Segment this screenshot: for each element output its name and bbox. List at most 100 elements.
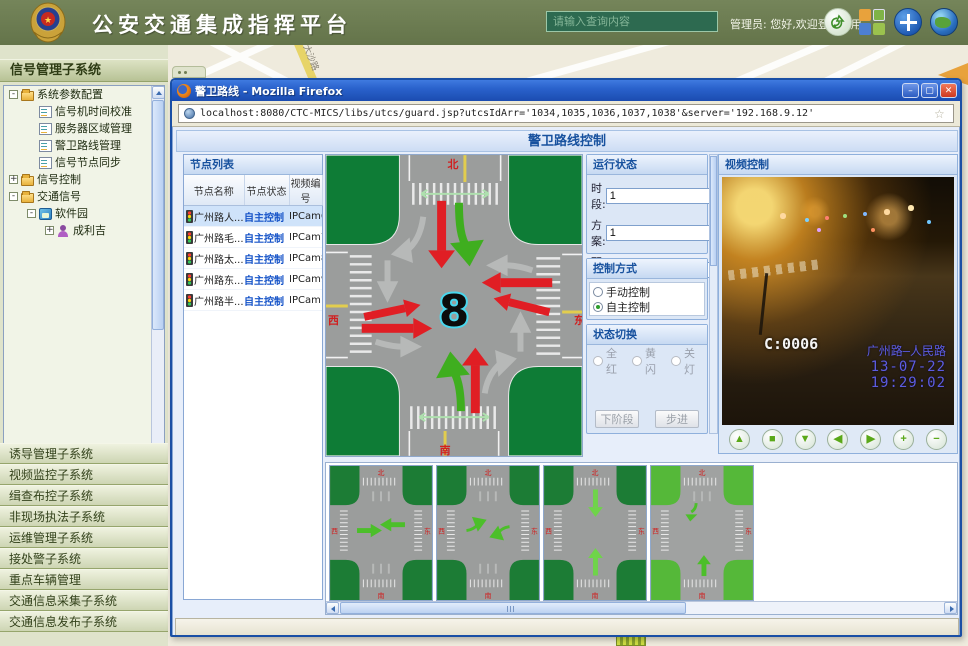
col-node-name[interactable]: 节点名称 <box>184 175 244 206</box>
system-tree: -系统参数配置 信号机时间校准 服务器区域管理 警卫路线管理 信号节点同步 +信… <box>3 85 165 481</box>
tree-item-signal-time-calibration[interactable]: 信号机时间校准 <box>4 103 164 120</box>
ptz-zoom-out-button[interactable]: − <box>926 429 947 450</box>
table-row[interactable]: 广州路毛... 自主控制 IPCam7 <box>184 227 322 248</box>
ptz-down-button[interactable]: ▼ <box>795 429 816 450</box>
sidebar-item-offsite-enforcement[interactable]: 非现场执法子系统 <box>0 506 168 527</box>
node-status-link[interactable]: 自主控制 <box>244 206 289 227</box>
phase-thumbnail-4[interactable]: 北 南 西 东 <box>650 465 754 601</box>
tree-item-server-region-mgmt[interactable]: 服务器区域管理 <box>4 120 164 137</box>
expander-icon[interactable]: + <box>45 226 54 235</box>
scrollbar-thumb[interactable] <box>340 602 686 614</box>
radio-icon[interactable] <box>593 287 603 297</box>
radio-icon[interactable] <box>632 356 642 366</box>
phase-thumbnail-3[interactable]: 北 南 西 东 <box>543 465 647 601</box>
sidebar-item-traffic-info-publish[interactable]: 交通信息发布子系统 <box>0 611 168 632</box>
auto-control-radio[interactable]: 自主控制 <box>593 299 701 314</box>
globe-icon[interactable] <box>930 8 958 36</box>
ptz-up-button[interactable]: ▲ <box>729 429 750 450</box>
maximize-button[interactable]: ▢ <box>921 83 938 98</box>
node-status-link[interactable]: 自主控制 <box>244 227 289 248</box>
sidebar-item-ops-maintenance[interactable]: 运维管理子系统 <box>0 527 168 548</box>
yellow-flash-radio[interactable]: 黄闪 <box>632 353 662 368</box>
ptz-right-button[interactable]: ▶ <box>860 429 881 450</box>
label-north: 北 <box>448 157 459 171</box>
table-row[interactable]: 广州路太... 自主控制 IPCam8 <box>184 248 322 269</box>
tree-item-signal-node-sync[interactable]: 信号节点同步 <box>4 154 164 171</box>
page-title: 警卫路线控制 <box>176 130 958 152</box>
minimize-button[interactable]: – <box>902 83 919 98</box>
table-row[interactable]: 广州路人... 自主控制 IPCam6 <box>184 206 322 227</box>
all-red-radio[interactable]: 全红 <box>593 353 623 368</box>
sidebar-item-checkpoint-control[interactable]: 缉查布控子系统 <box>0 485 168 506</box>
node-status-link[interactable]: 自主控制 <box>244 290 289 311</box>
tree-item-chengliji[interactable]: +成利吉 <box>4 222 164 239</box>
bookmark-star-icon[interactable]: ☆ <box>934 107 948 121</box>
phase-thumbnail-2[interactable]: 北 南 西 东 <box>436 465 540 601</box>
sidebar-item-key-vehicle-mgmt[interactable]: 重点车辆管理 <box>0 569 168 590</box>
next-stage-button[interactable]: 下阶段 <box>595 410 639 428</box>
left-arrow-icon: ◀ <box>834 433 842 445</box>
svg-text:东: 东 <box>745 526 752 535</box>
camera-id-overlay: C:0006 <box>764 335 818 353</box>
ptz-stop-button[interactable]: ■ <box>762 429 783 450</box>
sidebar-item-traffic-info-collection[interactable]: 交通信息采集子系统 <box>0 590 168 611</box>
app-icon <box>39 208 52 220</box>
scroll-up-icon[interactable] <box>152 86 165 99</box>
radio-icon[interactable] <box>593 356 603 366</box>
step-button[interactable]: 步进 <box>655 410 699 428</box>
node-status-link[interactable]: 自主控制 <box>244 248 289 269</box>
scroll-right-icon[interactable] <box>944 602 957 614</box>
radio-selected-icon[interactable] <box>593 302 603 312</box>
table-row[interactable]: 广州路半... 自主控制 IPCam10 <box>184 290 322 311</box>
tree-item-guard-route-mgmt[interactable]: 警卫路线管理 <box>4 137 164 154</box>
manual-control-radio[interactable]: 手动控制 <box>593 284 701 299</box>
recycle-icon[interactable] <box>824 8 852 36</box>
scrollbar-thumb[interactable] <box>710 156 717 266</box>
video-feed[interactable]: C:0006 广州路—人民路 13-07-22 19:29:02 <box>722 177 954 425</box>
radio-icon[interactable] <box>671 356 681 366</box>
phase-thumbnail-1[interactable]: 北 南 西 东 <box>329 465 433 601</box>
app-grid-icon[interactable] <box>858 8 886 36</box>
expander-icon[interactable]: - <box>9 90 18 99</box>
window-titlebar[interactable]: 警卫路线 - Mozilla Firefox – ▢ ✕ <box>172 80 960 101</box>
phase-thumbnail-strip: 北 南 西 东 <box>325 462 958 615</box>
url-text[interactable]: localhost:8080/CTC-MICS/libs/utcs/guard.… <box>200 108 814 119</box>
svg-text:东: 东 <box>424 526 431 535</box>
expander-icon[interactable]: + <box>9 175 18 184</box>
ptz-zoom-in-button[interactable]: + <box>893 429 914 450</box>
table-row[interactable]: 广州路东... 自主控制 IPCam9 <box>184 269 322 290</box>
window-title: 警卫路线 - Mozilla Firefox <box>195 83 342 99</box>
svg-text:西: 西 <box>438 527 445 535</box>
col-node-status[interactable]: 节点状态 <box>244 175 289 206</box>
scroll-left-icon[interactable] <box>326 602 339 614</box>
lights-off-radio[interactable]: 关灯 <box>671 353 701 368</box>
traffic-light-icon <box>186 294 193 307</box>
expander-icon[interactable]: - <box>9 192 18 201</box>
horizontal-scrollbar[interactable] <box>326 601 957 614</box>
tree-item-signal-control[interactable]: +信号控制 <box>4 171 164 188</box>
tree-scrollbar[interactable] <box>151 86 164 480</box>
scrollbar-thumb[interactable] <box>152 100 164 330</box>
add-icon[interactable] <box>894 8 922 36</box>
sidebar-item-alarm-dispatch[interactable]: 接处警子系统 <box>0 548 168 569</box>
collapsed-panel-handle[interactable] <box>172 66 206 78</box>
intersection-diagram[interactable]: 8 8 北 东 西 南 <box>325 154 583 457</box>
tree-item-traffic-signal[interactable]: -交通信号 <box>4 188 164 205</box>
col-video-id[interactable]: 视频编号 <box>289 175 322 206</box>
camera-date-overlay: 13-07-22 <box>867 359 946 375</box>
folder-icon <box>21 91 34 101</box>
expander-icon[interactable]: - <box>27 209 36 218</box>
run-status-panel: 运行状态 时段: 方案: 配时: <box>586 154 708 254</box>
close-button[interactable]: ✕ <box>940 83 957 98</box>
ptz-left-button[interactable]: ◀ <box>827 429 848 450</box>
ptz-controls: ▲ ■ ▼ ◀ ▶ + − <box>719 425 957 453</box>
search-input[interactable] <box>546 11 718 32</box>
sidebar-item-video-surveillance[interactable]: 视频监控子系统 <box>0 464 168 485</box>
tree-item-software-park[interactable]: -软件园 <box>4 205 164 222</box>
sidebar-item-guidance-mgmt[interactable]: 诱导管理子系统 <box>0 443 168 464</box>
node-status-link[interactable]: 自主控制 <box>244 269 289 290</box>
vertical-scrollbar[interactable] <box>709 154 718 434</box>
folder-icon <box>21 176 34 186</box>
tree-item-system-params[interactable]: -系统参数配置 <box>4 86 164 103</box>
address-field[interactable]: localhost:8080/CTC-MICS/libs/utcs/guard.… <box>178 104 954 123</box>
